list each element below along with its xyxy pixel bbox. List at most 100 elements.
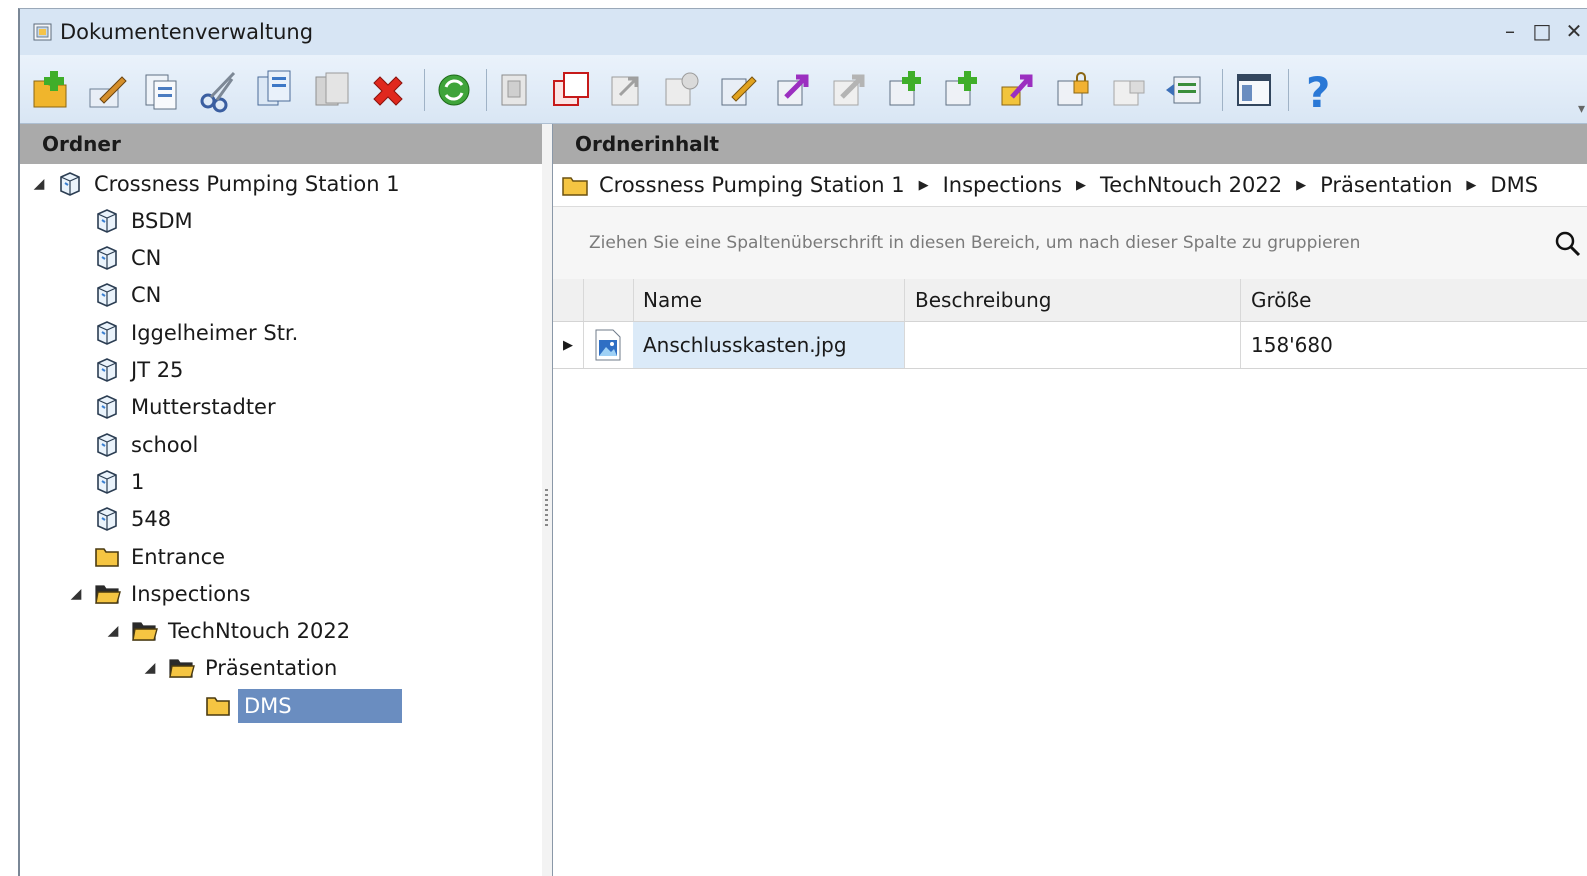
paste-icon[interactable] — [310, 67, 354, 113]
tree-node-label: Crossness Pumping Station 1 — [94, 171, 400, 196]
breadcrumb-separator-icon[interactable]: ▶ — [919, 178, 929, 193]
folder-open-icon — [95, 585, 121, 604]
folder-icon — [95, 547, 119, 567]
column-header-name[interactable]: Name — [633, 279, 905, 321]
folder-open-icon — [132, 622, 158, 641]
breadcrumb: Crossness Pumping Station 1 ▶ Inspection… — [553, 164, 1587, 207]
pane-splitter[interactable] — [542, 124, 553, 876]
project-icon — [97, 283, 117, 308]
tree-node[interactable]: CN — [69, 241, 167, 276]
group-by-panel[interactable]: Ziehen Sie eine Spaltenüberschrift in di… — [553, 207, 1587, 279]
tree-node[interactable]: Entrance — [69, 539, 231, 574]
tree-node[interactable]: 548 — [69, 502, 177, 537]
project-icon — [60, 171, 80, 196]
table-row[interactable]: ▶ Anschlusskasten.jpg 158'680 — [553, 322, 1587, 369]
new-document-icon[interactable] — [28, 67, 72, 113]
tree-node[interactable]: school — [69, 427, 204, 462]
tree-node[interactable]: CN — [69, 278, 167, 313]
tree-node-label: TechNtouch 2022 — [168, 619, 351, 644]
tree-node-label: DMS — [238, 688, 402, 723]
tree-node-label: Inspections — [131, 581, 251, 606]
document-add-version-icon[interactable] — [940, 67, 984, 113]
folder-open-icon — [169, 659, 195, 679]
document-checkout-icon[interactable] — [996, 67, 1040, 113]
tree-node[interactable]: Mutterstadter — [69, 390, 282, 425]
project-icon — [97, 395, 117, 420]
breadcrumb-separator-icon[interactable]: ▶ — [1296, 178, 1306, 193]
toolbar: ? ▾ — [20, 55, 1587, 124]
expand-toggle-icon[interactable]: ◢ — [143, 660, 157, 676]
document-remove-icon[interactable] — [660, 67, 704, 113]
document-export-disabled-icon[interactable] — [828, 67, 872, 113]
scan-icon[interactable] — [1162, 67, 1206, 113]
breadcrumb-item[interactable]: DMS — [1490, 173, 1538, 197]
tree-node[interactable]: DMS — [180, 688, 402, 723]
minimize-icon[interactable]: – — [1499, 19, 1521, 43]
delete-icon[interactable] — [366, 67, 410, 113]
tree-node-label: BSDM — [131, 208, 193, 233]
cell-description[interactable] — [905, 322, 1241, 368]
document-lock-icon[interactable] — [1052, 67, 1096, 113]
document-unlock-icon[interactable] — [1108, 67, 1152, 113]
breadcrumb-item[interactable]: Präsentation — [1320, 173, 1452, 197]
cut-icon[interactable] — [196, 67, 240, 113]
tree-node[interactable]: ◢ TechNtouch 2022 — [106, 614, 356, 649]
tree-node[interactable]: JT 25 — [69, 353, 189, 388]
expand-toggle-icon[interactable]: ◢ — [106, 623, 120, 639]
tree-node-label: Präsentation — [205, 656, 338, 681]
breadcrumb-separator-icon[interactable]: ▶ — [1076, 178, 1086, 193]
refresh-icon[interactable] — [432, 67, 476, 113]
cell-size[interactable]: 158'680 — [1241, 322, 1587, 368]
breadcrumb-separator-icon[interactable]: ▶ — [1466, 178, 1476, 193]
svg-text:?: ? — [1306, 68, 1330, 113]
tree-node[interactable]: ◢ Inspections — [69, 576, 256, 611]
tree-node-label: 1 — [131, 469, 145, 494]
document-management-icon — [33, 23, 52, 41]
icon-column-header[interactable] — [583, 279, 634, 321]
close-icon[interactable]: ✕ — [1563, 19, 1585, 43]
document-add-icon[interactable] — [884, 67, 928, 113]
breadcrumb-item[interactable]: Inspections — [943, 173, 1062, 197]
document-export-icon[interactable] — [772, 67, 816, 113]
tree-node-label: CN — [131, 283, 162, 308]
breadcrumb-item[interactable]: TechNtouch 2022 — [1100, 173, 1282, 197]
project-icon — [97, 246, 117, 270]
tree-node[interactable]: Iggelheimer Str. — [69, 315, 304, 350]
tree-node[interactable]: ◢ Crossness Pumping Station 1 — [32, 166, 406, 201]
window-icon[interactable] — [1232, 67, 1276, 113]
column-header-description[interactable]: Beschreibung — [905, 279, 1241, 321]
toolbar-overflow-icon[interactable]: ▾ — [1578, 101, 1585, 117]
expand-toggle-icon[interactable]: ◢ — [69, 586, 83, 602]
expand-toggle-icon[interactable]: ◢ — [32, 176, 46, 192]
help-icon[interactable]: ? — [1296, 67, 1340, 113]
document-management-window: Dokumentenverwaltung – □ ✕ ? ▾ Ordner ◢ … — [18, 8, 1587, 876]
tree-node[interactable]: BSDM — [69, 203, 199, 238]
maximize-icon[interactable]: □ — [1531, 19, 1553, 43]
folder-icon — [206, 696, 230, 716]
tree-node[interactable]: ◢ Präsentation — [143, 651, 343, 686]
title-bar: Dokumentenverwaltung – □ ✕ — [20, 9, 1587, 55]
edit-document-icon[interactable] — [86, 67, 130, 113]
copy-icon[interactable] — [252, 67, 296, 113]
tree-node[interactable]: 1 — [69, 464, 150, 499]
document-template-icon[interactable] — [494, 67, 538, 113]
column-header-size[interactable]: Größe — [1241, 279, 1587, 321]
document-move-icon[interactable] — [606, 67, 650, 113]
properties-icon[interactable] — [140, 67, 184, 113]
tree-node-label: Iggelheimer Str. — [131, 320, 299, 345]
folder-icon — [562, 177, 588, 196]
project-icon — [97, 507, 117, 532]
breadcrumb-item[interactable]: Crossness Pumping Station 1 — [599, 173, 905, 197]
splitter-grip[interactable] — [545, 489, 548, 529]
folder-content-header: Ordnerinhalt — [553, 124, 1587, 164]
row-indicator-icon: ▶ — [553, 322, 584, 368]
cell-name[interactable]: Anschlusskasten.jpg — [633, 322, 905, 368]
search-icon[interactable] — [1555, 231, 1581, 257]
project-icon — [97, 432, 117, 457]
window-title: Dokumentenverwaltung — [60, 20, 314, 44]
project-icon — [97, 358, 117, 382]
document-edit-icon[interactable] — [716, 67, 760, 113]
document-copy-icon[interactable] — [550, 67, 594, 113]
folder-pane: Ordner ◢ Crossness Pumping Station 1 BSDM C… — [20, 124, 543, 876]
folder-content-pane: Ordnerinhalt Crossness Pumping Station 1… — [553, 124, 1587, 876]
